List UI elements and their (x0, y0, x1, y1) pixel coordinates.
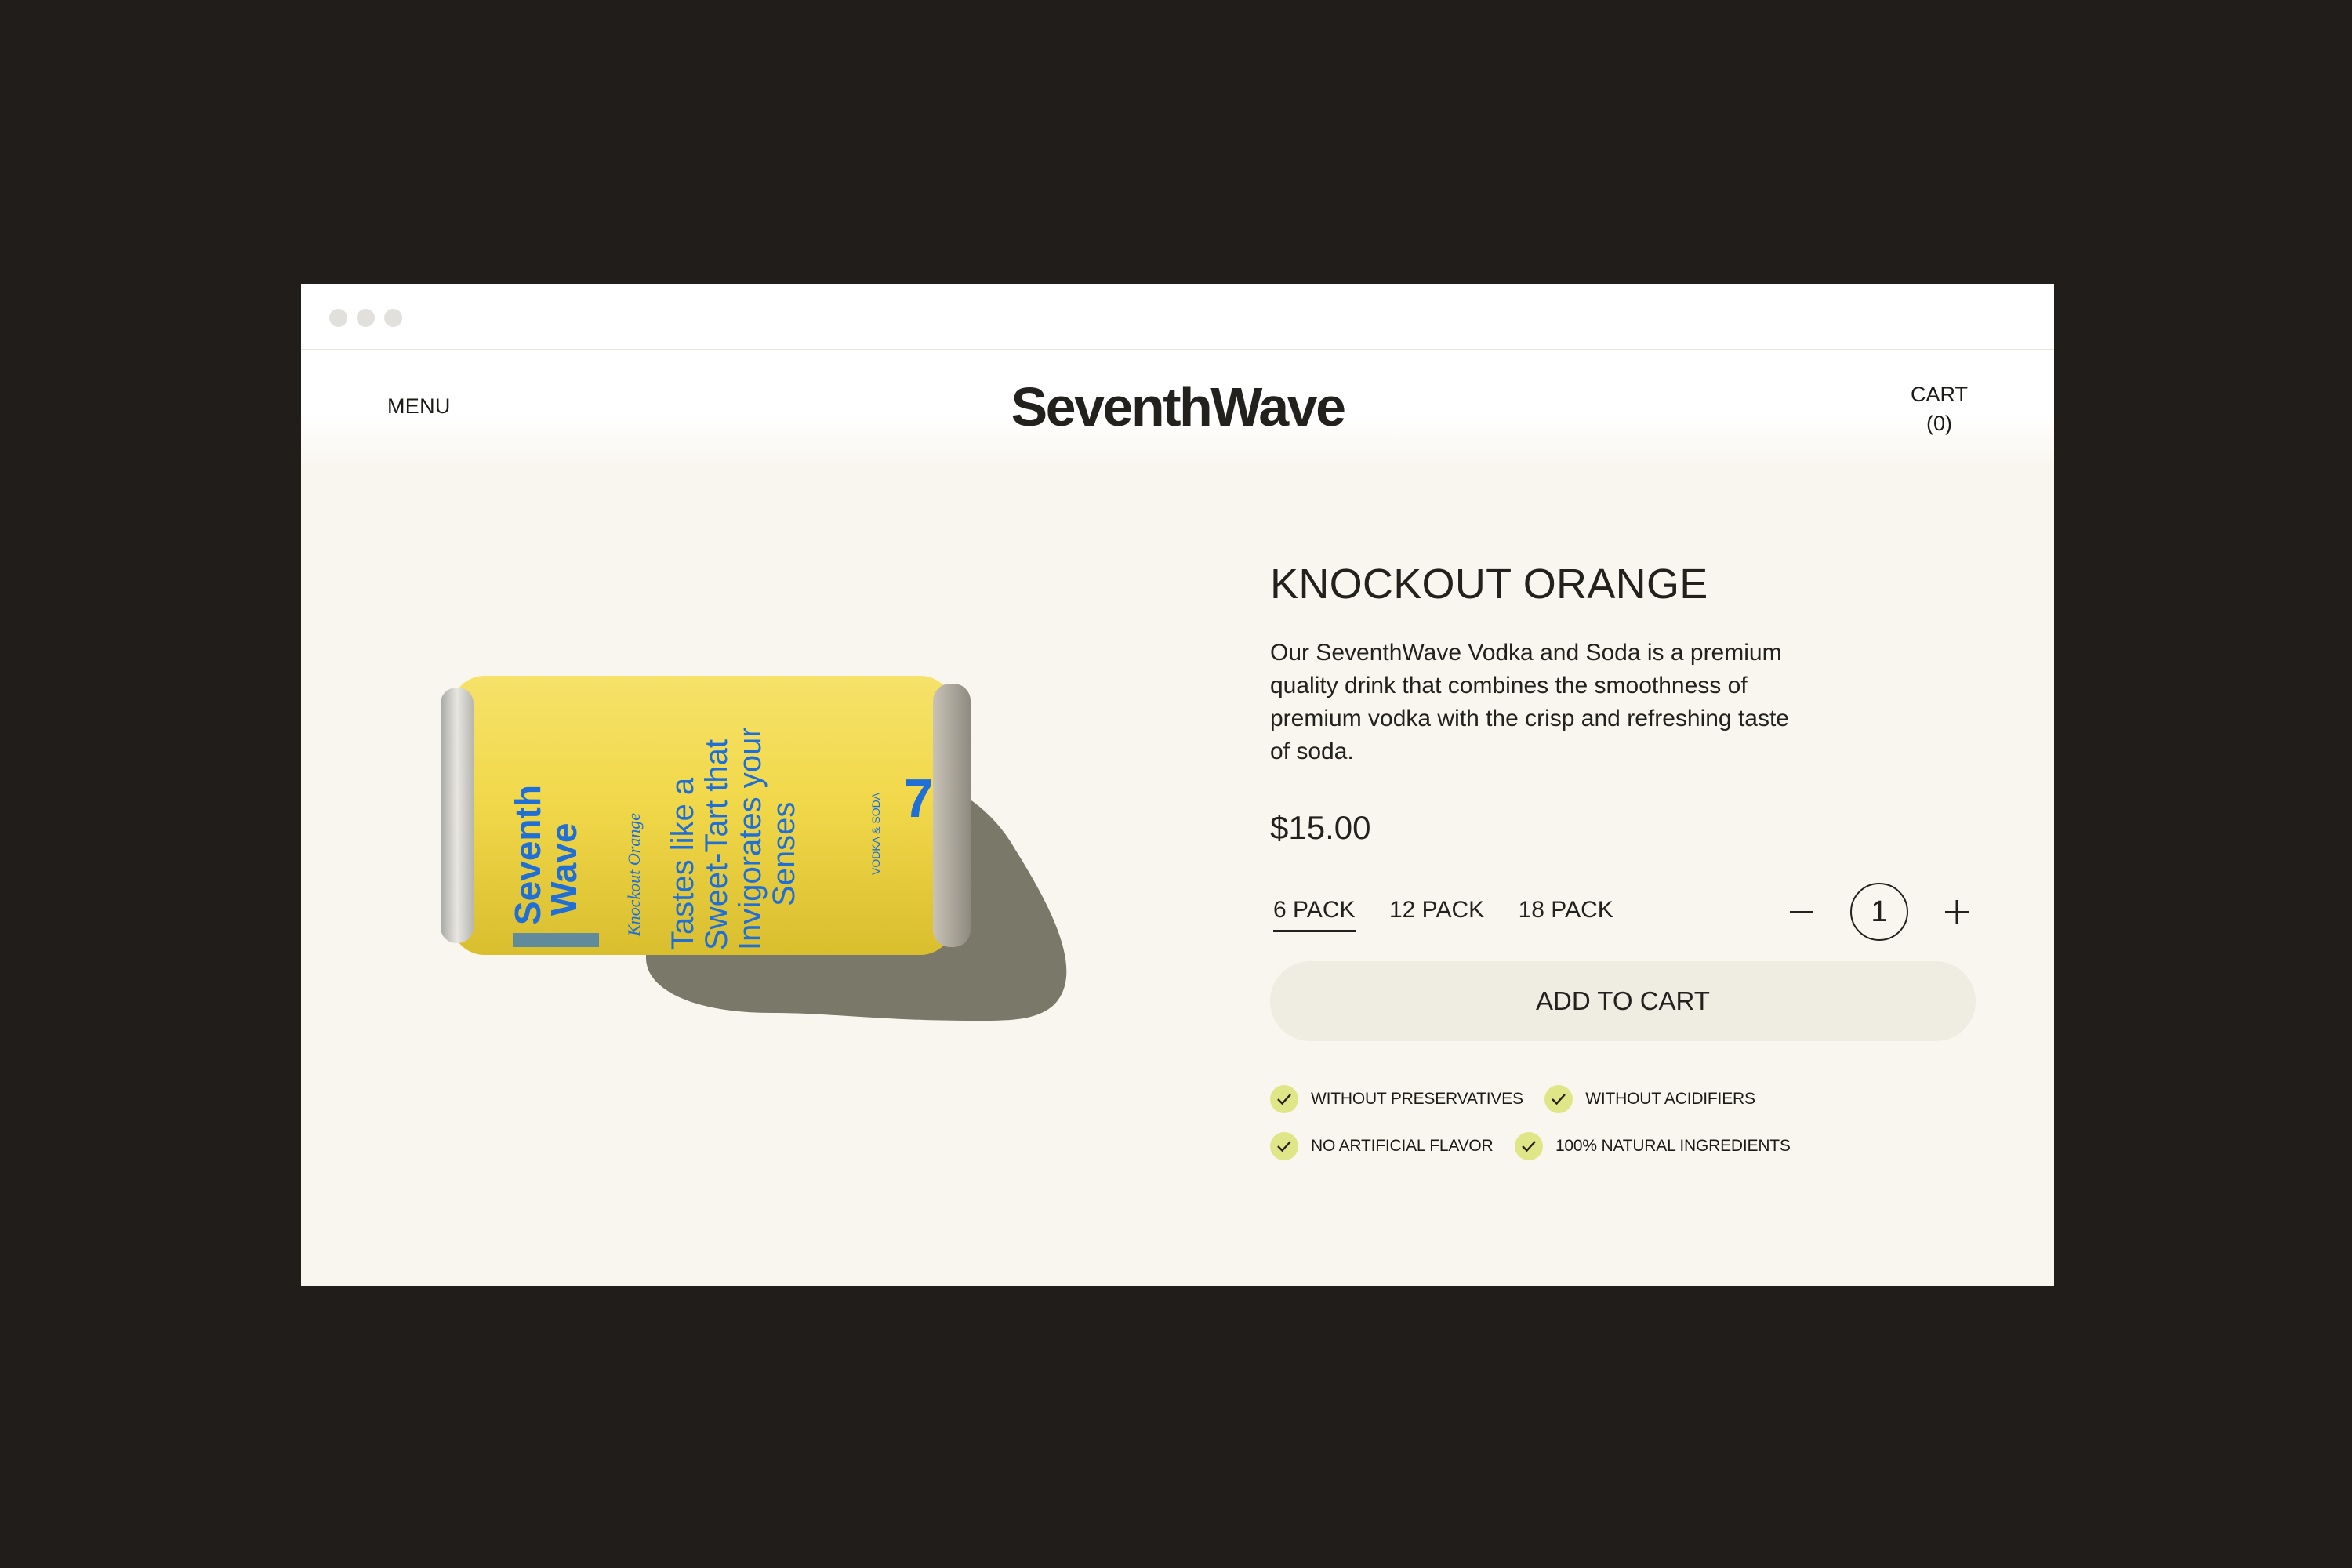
browser-window: MENU SeventhWave CART (0) Seventh Wave K… (301, 284, 2054, 1286)
can-flavor: Knockout Orange (624, 813, 644, 937)
can-tagline-2: Sweet-Tart that (699, 739, 734, 950)
pack-option-18[interactable]: 18 PACK (1519, 897, 1613, 930)
cart-label: CART (1910, 383, 1968, 406)
can-logo-mark: 7 (903, 768, 934, 829)
feature-badge: WITHOUT PRESERVATIVES (1270, 1085, 1523, 1113)
feature-label: NO ARTIFICIAL FLAVOR (1311, 1137, 1494, 1155)
decrease-quantity-button[interactable] (1786, 896, 1817, 927)
pack-option-6[interactable]: 6 PACK (1273, 897, 1356, 932)
can-brand-line-2: Wave (543, 823, 584, 916)
feature-badges: WITHOUT PRESERVATIVES WITHOUT ACIDIFIERS… (1270, 1085, 1976, 1179)
window-dot-icon (357, 309, 375, 327)
can-right-rim (933, 684, 971, 947)
feature-badge: NO ARTIFICIAL FLAVOR (1270, 1132, 1494, 1160)
minus-icon (1790, 911, 1813, 913)
check-icon (1270, 1085, 1298, 1113)
window-dot-icon (384, 309, 402, 327)
quantity-stepper: 1 (1786, 883, 1973, 941)
pack-options: 6 PACK 12 PACK 18 PACK (1273, 897, 1644, 932)
can-barcode (513, 933, 599, 947)
product-price: $15.00 (1270, 809, 1371, 846)
feature-label: WITHOUT PRESERVATIVES (1311, 1090, 1523, 1108)
check-icon (1270, 1132, 1298, 1160)
can-tagline-1: Tastes like a (666, 777, 700, 950)
cart-button[interactable]: CART (0) (1911, 380, 1968, 438)
plus-icon (1945, 900, 1969, 924)
feature-badge: 100% NATURAL INGREDIENTS (1514, 1132, 1791, 1160)
browser-chrome (301, 284, 2054, 350)
options-row: 6 PACK 12 PACK 18 PACK 1 (1270, 883, 1976, 941)
add-to-cart-button[interactable]: ADD TO CART (1270, 961, 1976, 1041)
check-icon (1544, 1085, 1573, 1113)
product-image: Seventh Wave Knockout Orange Tastes like… (441, 676, 1067, 1021)
site-header: MENU SeventhWave CART (0) (301, 350, 2054, 466)
can-tagline-4: Senses (767, 802, 801, 906)
window-dot-icon (329, 309, 347, 327)
feature-label: 100% NATURAL INGREDIENTS (1555, 1137, 1791, 1155)
can-left-rim (441, 688, 474, 943)
increase-quantity-button[interactable] (1941, 896, 1973, 927)
product-description: Our SeventhWave Vodka and Soda is a prem… (1270, 640, 1789, 764)
cart-count: (0) (1926, 412, 1952, 435)
can-tagline-3: Invigorates your (733, 727, 768, 950)
can-type: VODKA & SODA (869, 792, 882, 875)
product-title: KNOCKOUT ORANGE (1270, 561, 1708, 608)
pack-option-12[interactable]: 12 PACK (1389, 897, 1484, 930)
feature-badge: WITHOUT ACIDIFIERS (1544, 1085, 1755, 1113)
feature-label: WITHOUT ACIDIFIERS (1585, 1090, 1755, 1108)
check-icon (1514, 1132, 1543, 1160)
product-details: KNOCKOUT ORANGE Our SeventhWave Vodka an… (1270, 560, 1976, 1179)
brand-logo[interactable]: SeventhWave (301, 376, 2054, 438)
quantity-value[interactable]: 1 (1850, 883, 1908, 941)
can-brand-line-1: Seventh (507, 785, 548, 925)
